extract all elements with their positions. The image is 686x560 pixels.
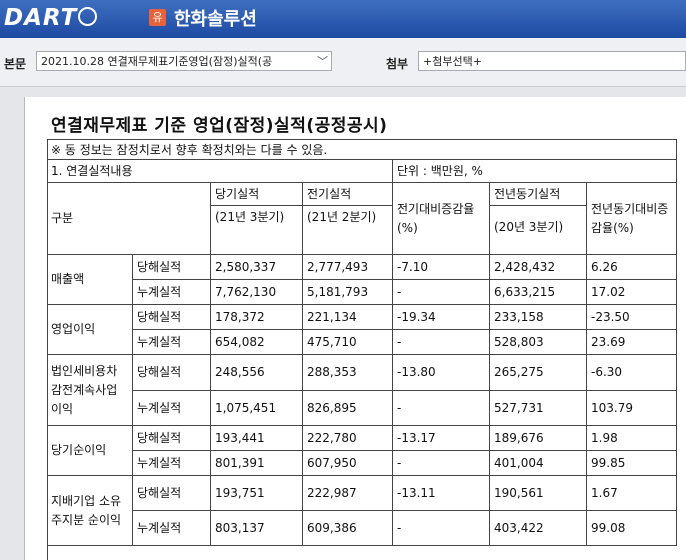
company-badge: 유 <box>149 9 166 26</box>
table-cell: 654,082 <box>211 330 303 355</box>
notice-cell: ※ 동 정보는 잠정치로서 향후 확정치와는 다를 수 있음. <box>47 139 677 160</box>
table-cell: - <box>393 511 490 546</box>
table-cell: 17.02 <box>587 280 677 305</box>
header-previous-sub: (21년 2분기) <box>303 206 393 255</box>
table-cell: -13.17 <box>393 426 490 451</box>
logo-text: DART <box>4 5 78 31</box>
table-cell: 190,561 <box>490 476 587 511</box>
table-cell: 1,075,451 <box>211 391 303 426</box>
table-cell: 403,422 <box>490 511 587 546</box>
row-label-cumulative: 누계실적 <box>133 330 211 355</box>
table-cell: 248,556 <box>211 355 303 391</box>
table-cell: 609,386 <box>303 511 393 546</box>
header-current-sub: (21년 3분기) <box>211 206 303 255</box>
dart-logo[interactable]: DART <box>4 5 98 31</box>
table-cell: 6,633,215 <box>490 280 587 305</box>
row-label-cumulative: 누계실적 <box>133 280 211 305</box>
table-cell: 7,762,130 <box>211 280 303 305</box>
table-cell: 401,004 <box>490 451 587 476</box>
top-header: DART 유 한화솔루션 <box>0 0 686 38</box>
table-cell: 99.85 <box>587 451 677 476</box>
section-cell: 1. 연결실적내용 <box>47 160 393 183</box>
table-cell: 265,275 <box>490 355 587 391</box>
table-cell: 193,441 <box>211 426 303 451</box>
table-cell: 178,372 <box>211 305 303 330</box>
table-cell: -19.34 <box>393 305 490 330</box>
table-cell: -13.80 <box>393 355 490 391</box>
table-cell: 1.67 <box>587 476 677 511</box>
table-cell: 527,731 <box>490 391 587 426</box>
table-cell: 803,137 <box>211 511 303 546</box>
header-current: 당기실적 <box>211 183 303 206</box>
row-label-current: 당해실적 <box>133 476 211 511</box>
header-category-text: 구분 <box>51 211 74 225</box>
row-label-current: 당해실적 <box>133 426 211 451</box>
table-cell: -13.11 <box>393 476 490 511</box>
attach-select[interactable]: +첨부선택+ <box>418 51 686 71</box>
table-cell: 6.26 <box>587 255 677 280</box>
row-label-cumulative: 누계실적 <box>133 511 211 546</box>
table-cell: -6.30 <box>587 355 677 391</box>
group-revenue: 매출액 <box>47 255 133 305</box>
header-qoq-text: 전기대비증감율(%) <box>397 201 475 235</box>
table-cell: 607,950 <box>303 451 393 476</box>
table-cell: 99.08 <box>587 511 677 546</box>
logo-circle-icon <box>78 7 98 26</box>
group-pretax-income: 법인세비용차감전계속사업이익 <box>47 355 133 426</box>
page-title: 연결재무제표 기준 영업(잠정)실적(공정공시) <box>51 116 388 136</box>
header-yoy-text: 전년동기대비증감율(%) <box>591 201 669 235</box>
table-cell: 1.98 <box>587 426 677 451</box>
body-select-value: 2021.10.28 연결재무제표기준영업(잠정)실적(공 <box>41 55 273 68</box>
body-label: 본문 <box>4 57 27 71</box>
row-label-cumulative: 누계실적 <box>133 391 211 426</box>
table-cell: 288,353 <box>303 355 393 391</box>
company-name: 한화솔루션 <box>174 9 257 30</box>
header-yoy-period: 전년동기실적 <box>490 183 587 206</box>
results-table: ※ 동 정보는 잠정치로서 향후 확정치와는 다를 수 있음. 1. 연결실적내… <box>47 139 677 560</box>
row-label-current: 당해실적 <box>133 255 211 280</box>
document-body: 연결재무제표 기준 영업(잠정)실적(공정공시) ※ 동 정보는 잠정치로서 향… <box>24 97 686 560</box>
body-select[interactable]: 2021.10.28 연결재무제표기준영업(잠정)실적(공 ﹀ <box>36 51 332 71</box>
table-cell: 23.69 <box>587 330 677 355</box>
row-label-current: 당해실적 <box>133 355 211 391</box>
table-cell: - <box>393 451 490 476</box>
group-net-income: 당기순이익 <box>47 426 133 476</box>
table-cell: 189,676 <box>490 426 587 451</box>
document-toolbar: 본문 2021.10.28 연결재무제표기준영업(잠정)실적(공 ﹀ 첨부 +첨… <box>0 38 686 87</box>
table-cell: 2,777,493 <box>303 255 393 280</box>
header-previous: 전기실적 <box>303 183 393 206</box>
row-label-cumulative: 누계실적 <box>133 451 211 476</box>
table-cell: - <box>393 391 490 426</box>
header-qoq: 전기대비증감율(%) <box>393 183 490 255</box>
table-cell: 2,580,337 <box>211 255 303 280</box>
table-cell: 221,134 <box>303 305 393 330</box>
table-cell: - <box>393 330 490 355</box>
attach-select-value: +첨부선택+ <box>423 55 482 68</box>
table-cell: 801,391 <box>211 451 303 476</box>
table-cell: -7.10 <box>393 255 490 280</box>
table-cell: 193,751 <box>211 476 303 511</box>
table-cell: - <box>393 280 490 305</box>
table-cell: 222,987 <box>303 476 393 511</box>
group-operating-income: 영업이익 <box>47 305 133 355</box>
unit-cell: 단위 : 백만원, % <box>393 160 677 183</box>
header-yoy: 전년동기대비증감율(%) <box>587 183 677 255</box>
chevron-down-icon: ﹀ <box>317 55 328 68</box>
table-cell: 222,780 <box>303 426 393 451</box>
table-cell: 826,895 <box>303 391 393 426</box>
table-cell: 5,181,793 <box>303 280 393 305</box>
content-area: 연결재무제표 기준 영업(잠정)실적(공정공시) ※ 동 정보는 잠정치로서 향… <box>0 87 686 560</box>
table-cell: 233,158 <box>490 305 587 330</box>
table-cell: 528,803 <box>490 330 587 355</box>
header-category: 구분 <box>47 183 211 255</box>
attach-label: 첨부 <box>386 57 409 71</box>
table-cell: 2,428,432 <box>490 255 587 280</box>
row-label-current: 당해실적 <box>133 305 211 330</box>
table-cell: 475,710 <box>303 330 393 355</box>
table-cell: 103.79 <box>587 391 677 426</box>
header-yoy-period-sub: (20년 3분기) <box>490 206 587 255</box>
table-cell: -23.50 <box>587 305 677 330</box>
group-controlling-net-income: 지배기업 소유주지분 순이익 <box>47 476 133 546</box>
